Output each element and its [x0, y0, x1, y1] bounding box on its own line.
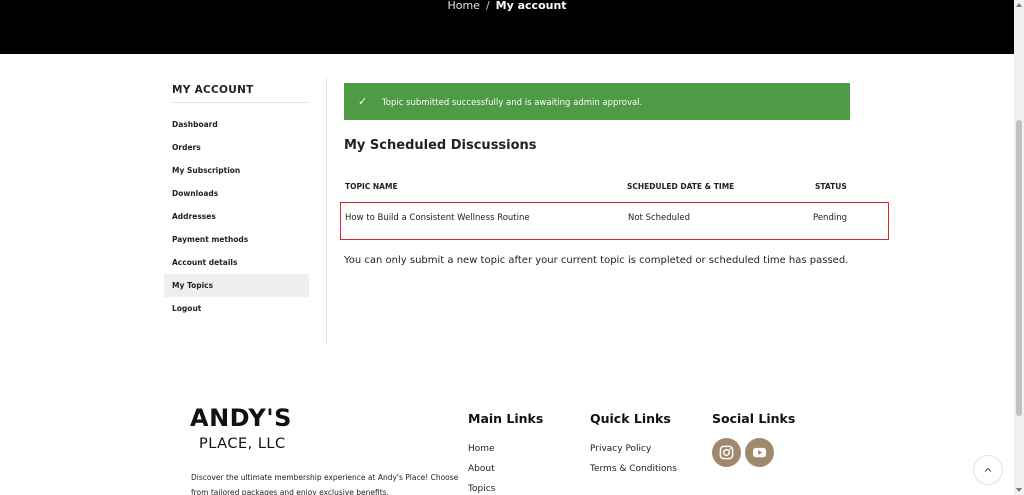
sidebar-title: MY ACCOUNT [172, 84, 254, 96]
scheduled-date-cell: Not Scheduled [628, 213, 691, 223]
scroll-up-arrow-icon[interactable] [1016, 3, 1022, 7]
logo-line-1: ANDY'S [190, 404, 292, 432]
scroll-to-top-button[interactable] [973, 455, 1003, 485]
logo-line-2: PLACE, LLC [199, 436, 286, 452]
sidebar-item-addresses[interactable]: Addresses [164, 205, 309, 228]
account-nav: Dashboard Orders My Subscription Downloa… [164, 113, 309, 320]
sidebar-item-payment-methods[interactable]: Payment methods [164, 228, 309, 251]
footer-description: Discover the ultimate membership experie… [191, 473, 459, 495]
sidebar-item-account-details[interactable]: Account details [164, 251, 309, 274]
sidebar-divider [172, 102, 309, 103]
scrollbar-thumb[interactable] [1016, 120, 1022, 416]
sidebar-item-downloads[interactable]: Downloads [164, 182, 309, 205]
page-header-band: Home / My account [0, 0, 1014, 54]
content-divider [326, 78, 327, 344]
page: Home / My account MY ACCOUNT Dashboard Ord… [0, 0, 1024, 495]
footer-link-terms[interactable]: Terms & Conditions [590, 459, 677, 479]
breadcrumb-current: My account [495, 0, 567, 12]
check-icon: ✓ [358, 95, 368, 108]
chevron-up-icon [984, 467, 992, 472]
social-links-heading: Social Links [712, 411, 796, 426]
column-header-status: STATUS [815, 182, 847, 191]
main-links-heading: Main Links [468, 411, 544, 426]
sidebar-item-logout[interactable]: Logout [164, 297, 309, 320]
topic-name-cell: How to Build a Consistent Wellness Routi… [345, 213, 530, 223]
sidebar-item-orders[interactable]: Orders [164, 136, 309, 159]
scroll-down-arrow-icon[interactable] [1016, 488, 1022, 492]
status-cell: Pending [813, 213, 847, 223]
footer-link-about[interactable]: About [468, 459, 495, 479]
footer-link-home[interactable]: Home [468, 439, 495, 459]
footer-logo[interactable]: ANDY'S PLACE, LLC [190, 404, 292, 452]
quick-links-heading: Quick Links [590, 411, 671, 426]
section-title: My Scheduled Discussions [344, 138, 537, 153]
instagram-icon[interactable] [712, 438, 741, 467]
column-header-topic-name: TOPIC NAME [345, 182, 398, 191]
alert-message: Topic submitted successfully and is awai… [382, 98, 643, 108]
youtube-icon[interactable] [745, 438, 774, 467]
submission-notice: You can only submit a new topic after yo… [344, 255, 849, 266]
sidebar-item-my-subscription[interactable]: My Subscription [164, 159, 309, 182]
breadcrumb: Home / My account [0, 0, 1014, 13]
column-header-scheduled-date: SCHEDULED DATE & TIME [627, 182, 735, 191]
breadcrumb-separator: / [485, 0, 490, 12]
social-icons [712, 438, 774, 467]
footer-link-topics[interactable]: Topics [468, 479, 495, 495]
quick-links-list: Privacy Policy Terms & Conditions [590, 439, 677, 479]
breadcrumb-home-link[interactable]: Home [447, 0, 479, 12]
page-scrollbar[interactable] [1014, 0, 1024, 495]
sidebar-item-dashboard[interactable]: Dashboard [164, 113, 309, 136]
success-alert: ✓ Topic submitted successfully and is awa… [344, 83, 850, 120]
sidebar-item-my-topics[interactable]: My Topics [164, 274, 309, 297]
footer-link-privacy-policy[interactable]: Privacy Policy [590, 439, 677, 459]
main-links-list: Home About Topics [468, 439, 495, 495]
